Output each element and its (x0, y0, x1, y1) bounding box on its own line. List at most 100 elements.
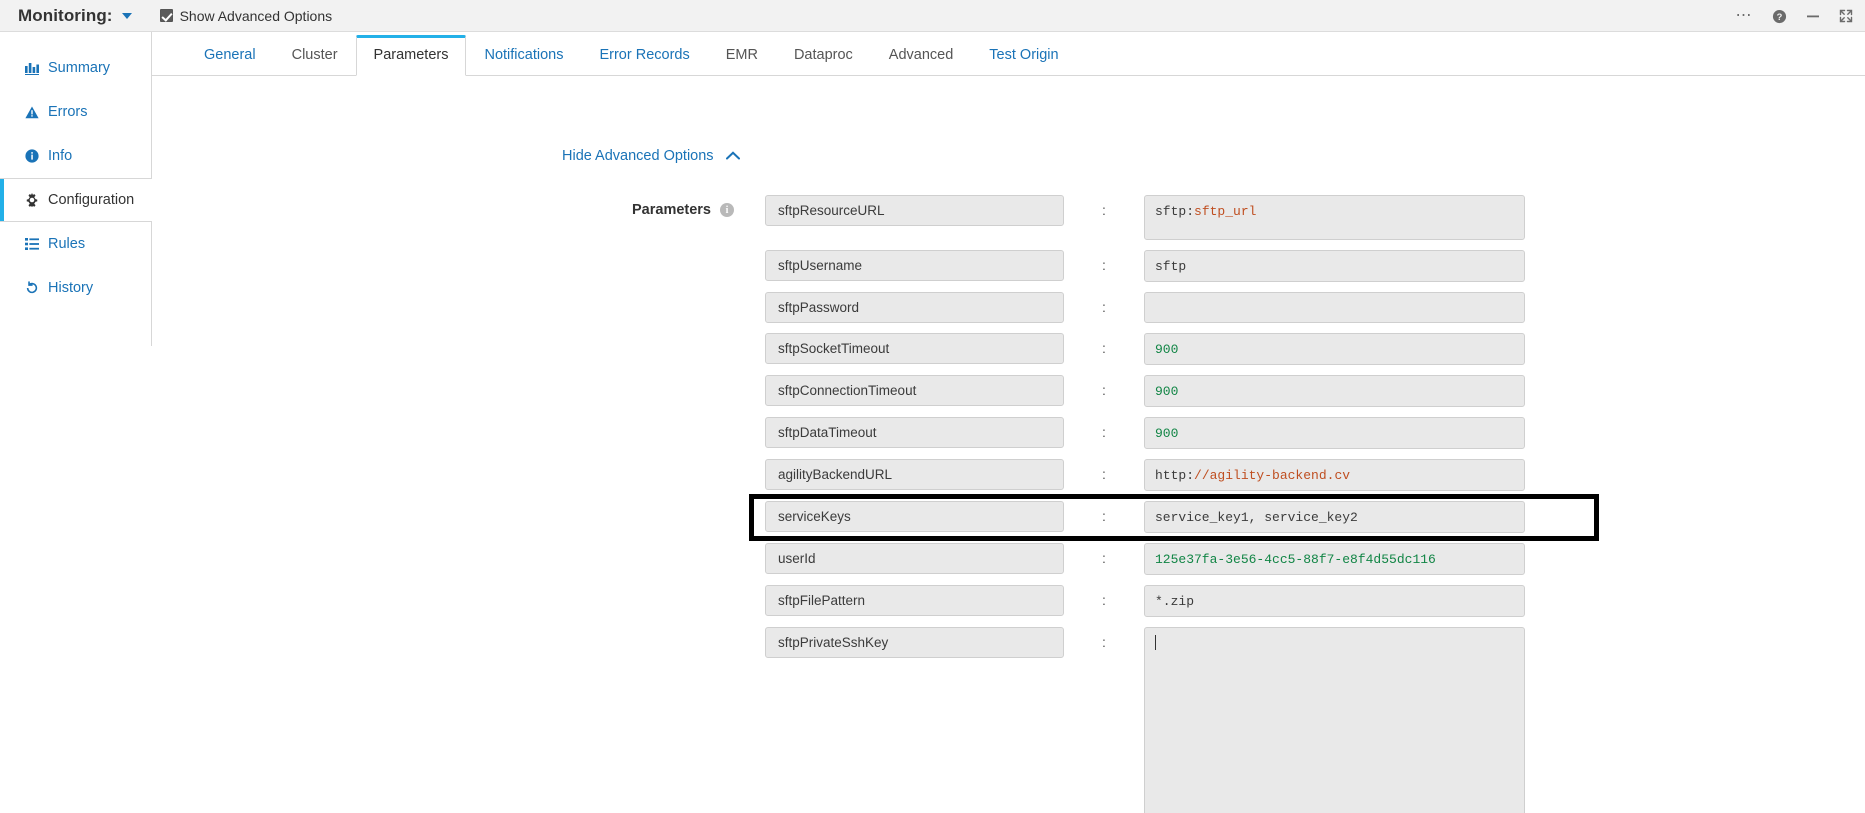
gear-icon (24, 193, 40, 207)
key-value-separator: : (1102, 634, 1106, 650)
parameters-rows: sftpResourceURL : sftp:sftp_url sftpUser… (749, 195, 1599, 813)
parameter-key-input[interactable]: sftpResourceURL (765, 195, 1064, 226)
chevron-up-icon[interactable] (725, 148, 740, 164)
parameter-value-input[interactable]: 125e37fa-3e56-4cc5-88f7-e8f4d55dc116 (1144, 543, 1525, 575)
window-controls: ⋯ ? (1736, 0, 1854, 32)
parameters-section-label: Parameters i (632, 202, 734, 218)
info-icon (24, 149, 40, 163)
tab-parameters[interactable]: Parameters (355, 35, 467, 76)
key-value-separator: : (1102, 257, 1106, 273)
parameter-key-input[interactable]: sftpPrivateSshKey (765, 627, 1064, 658)
key-value-separator: : (1102, 340, 1106, 356)
sidebar-item-info[interactable]: Info (0, 134, 151, 178)
key-value-separator: : (1102, 299, 1106, 315)
key-value-separator: : (1102, 592, 1106, 608)
value-token-prefix: http: (1155, 468, 1195, 483)
sidebar-item-label: History (48, 280, 94, 296)
caret-down-icon[interactable] (121, 12, 132, 19)
parameter-value-input[interactable]: 900 (1144, 417, 1525, 449)
info-icon[interactable]: i (720, 203, 734, 217)
history-icon (24, 281, 40, 295)
parameter-row-service-keys: serviceKeys : service_key1, service_key2 (749, 494, 1599, 541)
sidebar-item-label: Errors (48, 104, 88, 120)
warning-icon (24, 106, 40, 119)
text-cursor (1155, 635, 1156, 650)
parameter-key-input[interactable]: serviceKeys (765, 501, 1064, 532)
sidebar-item-label: Summary (48, 60, 111, 76)
key-value-separator: : (1102, 508, 1106, 524)
body-container: Summary Errors Info Configuration Rules … (0, 32, 1865, 813)
parameters-label-text: Parameters (632, 202, 711, 218)
parameter-key-input[interactable]: agilityBackendURL (765, 459, 1064, 490)
parameter-value-input[interactable]: sftp (1144, 250, 1525, 282)
parameter-value-input[interactable]: sftp:sftp_url (1144, 195, 1525, 240)
app-title: Monitoring: (18, 5, 113, 25)
more-options-icon[interactable]: ⋯ (1736, 8, 1754, 24)
bar-chart-icon (24, 62, 40, 75)
show-advanced-options-label: Show Advanced Options (179, 7, 333, 24)
tab-cluster[interactable]: Cluster (274, 35, 356, 76)
parameter-key-input[interactable]: sftpPassword (765, 292, 1064, 323)
parameter-value-input[interactable]: *.zip (1144, 585, 1525, 617)
key-value-separator: : (1102, 424, 1106, 440)
hide-advanced-options-toggle[interactable]: Hide Advanced Options (562, 148, 740, 164)
tab-general[interactable]: General (186, 35, 274, 76)
sidebar-item-rules[interactable]: Rules (0, 222, 151, 266)
parameter-key-input[interactable]: sftpFilePattern (765, 585, 1064, 616)
svg-text:?: ? (1777, 11, 1783, 21)
top-bar: Monitoring: Show Advanced Options ⋯ ? (0, 0, 1865, 32)
parameter-key-input[interactable]: sftpDataTimeout (765, 417, 1064, 448)
list-icon (24, 238, 40, 250)
key-value-separator: : (1102, 382, 1106, 398)
parameter-row: sftpPrivateSshKey : (765, 627, 1565, 813)
sidebar-item-configuration[interactable]: Configuration (0, 178, 152, 222)
value-token-expression: sftp_url (1194, 204, 1257, 219)
parameter-row: sftpConnectionTimeout : 900 (765, 375, 1565, 407)
parameter-row: sftpUsername : sftp (765, 250, 1565, 282)
parameter-value-input[interactable]: 900 (1144, 375, 1525, 407)
parameter-row: sftpFilePattern : *.zip (765, 585, 1565, 617)
parameter-row: sftpResourceURL : sftp:sftp_url (765, 195, 1565, 240)
parameter-row: agilityBackendURL : http://agility-backe… (765, 459, 1565, 491)
help-icon[interactable]: ? (1772, 9, 1787, 24)
tab-emr[interactable]: EMR (708, 35, 776, 76)
parameter-key-input[interactable]: sftpUsername (765, 250, 1064, 281)
key-value-separator: : (1102, 466, 1106, 482)
hide-advanced-options-label: Hide Advanced Options (562, 148, 714, 164)
sidebar-item-label: Rules (48, 236, 86, 252)
value-token-prefix: sftp: (1155, 204, 1195, 219)
monitoring-dropdown[interactable]: Monitoring: (10, 6, 132, 26)
parameter-row: sftpDataTimeout : 900 (765, 417, 1565, 449)
parameter-value-input[interactable]: http://agility-backend.cv (1144, 459, 1525, 491)
sidebar-item-errors[interactable]: Errors (0, 90, 151, 134)
sidebar-item-label: Configuration (48, 192, 135, 208)
tab-advanced[interactable]: Advanced (871, 35, 972, 76)
sidebar: Summary Errors Info Configuration Rules … (0, 32, 152, 346)
parameter-key-input[interactable]: sftpConnectionTimeout (765, 375, 1064, 406)
parameter-value-input[interactable] (1144, 292, 1525, 323)
parameter-row: userId : 125e37fa-3e56-4cc5-88f7-e8f4d55… (765, 543, 1565, 575)
sidebar-item-label: Info (48, 148, 73, 164)
parameter-key-input[interactable]: sftpSocketTimeout (765, 333, 1064, 364)
parameter-value-input[interactable]: 900 (1144, 333, 1525, 365)
minimize-icon[interactable] (1806, 9, 1820, 23)
parameter-row: sftpSocketTimeout : 900 (765, 333, 1565, 365)
tab-test-origin[interactable]: Test Origin (971, 35, 1076, 76)
tab-error-records[interactable]: Error Records (581, 35, 707, 76)
value-token-expression: //agility-backend.cv (1194, 468, 1351, 483)
key-value-separator: : (1102, 550, 1106, 566)
maximize-icon[interactable] (1839, 9, 1853, 23)
sidebar-item-summary[interactable]: Summary (0, 46, 151, 90)
checkbox-icon[interactable] (159, 9, 173, 22)
parameter-key-input[interactable]: userId (765, 543, 1064, 574)
key-value-separator: : (1102, 202, 1106, 218)
tab-dataproc[interactable]: Dataproc (776, 35, 871, 76)
tab-bar: General Cluster Parameters Notifications… (152, 32, 1865, 76)
sidebar-item-history[interactable]: History (0, 266, 151, 310)
main-panel: General Cluster Parameters Notifications… (152, 32, 1865, 813)
show-advanced-options-checkbox[interactable]: Show Advanced Options (159, 7, 333, 24)
tab-notifications[interactable]: Notifications (466, 35, 581, 76)
parameter-value-input[interactable]: service_key1, service_key2 (1144, 501, 1525, 533)
parameter-value-textarea[interactable] (1144, 627, 1525, 813)
parameter-row: sftpPassword : (765, 292, 1565, 323)
